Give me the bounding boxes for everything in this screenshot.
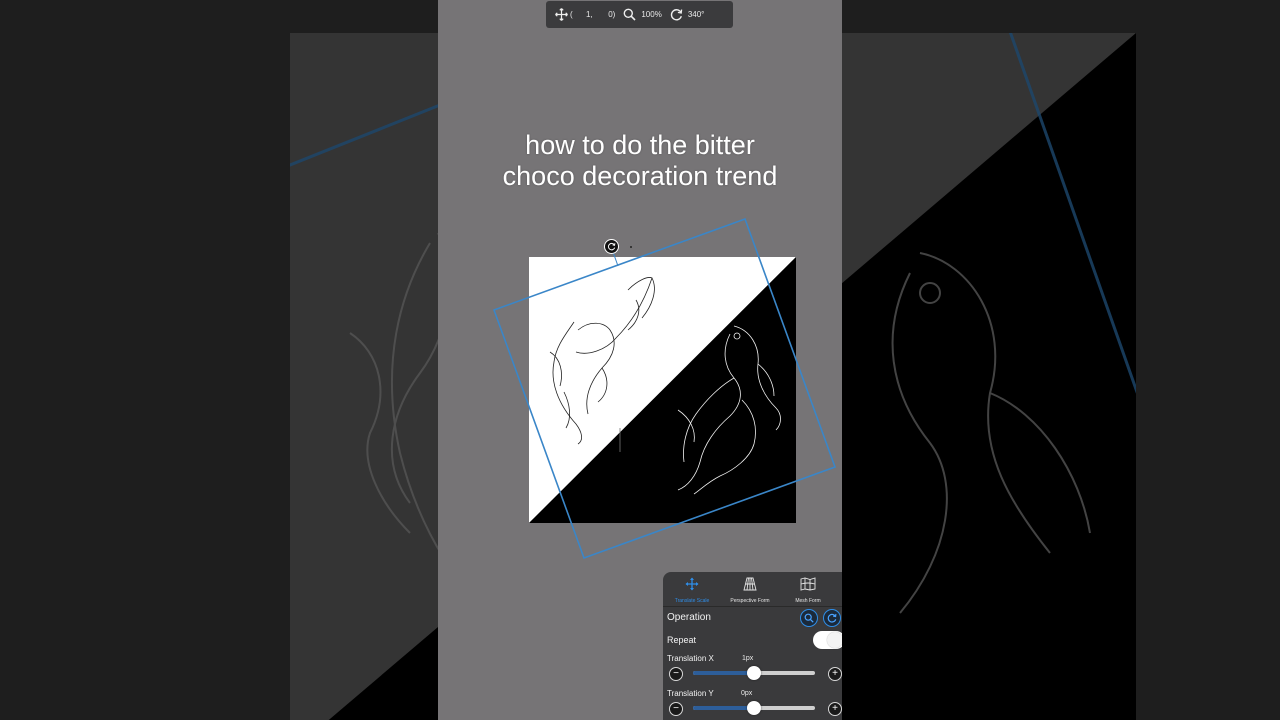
translation-x-value: 1px — [742, 655, 754, 662]
translation-x-minus-button[interactable]: − — [669, 667, 683, 681]
translation-x-plus-button[interactable]: + — [828, 667, 842, 681]
translation-x-label-row: Translation X — [667, 654, 842, 663]
minus-glyph: − — [673, 668, 679, 679]
translate-arrows-icon — [685, 577, 699, 596]
slider-fill — [693, 706, 749, 710]
plus-glyph: + — [832, 703, 838, 714]
transform-mode-tabs: Translate Scale Perspective Form Mesh Fo… — [663, 572, 842, 607]
translation-y-label: Translation Y — [667, 689, 714, 698]
zoom-operation-button[interactable] — [800, 609, 818, 627]
translation-y-plus-button[interactable]: + — [828, 702, 842, 716]
tab-mesh-form[interactable]: Mesh Form — [779, 572, 837, 606]
translation-y-minus-button[interactable]: − — [669, 702, 683, 716]
pivot-point[interactable] — [630, 246, 632, 248]
rotate-handle[interactable] — [604, 239, 619, 254]
translation-y-label-row: Translation Y — [667, 689, 842, 698]
operation-label: Operation — [667, 612, 711, 623]
repeat-label: Repeat — [667, 635, 697, 645]
mesh-map-icon — [800, 577, 816, 596]
slider-fill — [693, 671, 749, 675]
rotate-operation-button[interactable] — [823, 609, 841, 627]
minus-glyph: − — [673, 703, 679, 714]
tab-label: Mesh Form — [795, 598, 821, 604]
tab-translate-scale[interactable]: Translate Scale — [663, 572, 721, 606]
perspective-grid-icon — [743, 577, 757, 596]
tab-label: Translate Scale — [674, 598, 710, 604]
artwork-canvas[interactable] — [529, 257, 796, 523]
plus-glyph: + — [832, 668, 838, 679]
toggle-knob — [827, 632, 842, 648]
translation-x-label: Translation X — [667, 654, 714, 663]
repeat-toggle[interactable] — [813, 631, 842, 649]
translation-y-value: 0px — [741, 690, 753, 697]
app-screen: ( 1, 0) 100% 340° how to do the bitter c… — [438, 0, 842, 720]
tab-label: Perspective Form — [730, 598, 770, 604]
translation-x-slider-thumb[interactable] — [747, 666, 761, 680]
transform-panel: Translate Scale Perspective Form Mesh Fo… — [663, 572, 842, 720]
translation-y-slider-thumb[interactable] — [747, 701, 761, 715]
tab-perspective-form[interactable]: Perspective Form — [721, 572, 779, 606]
